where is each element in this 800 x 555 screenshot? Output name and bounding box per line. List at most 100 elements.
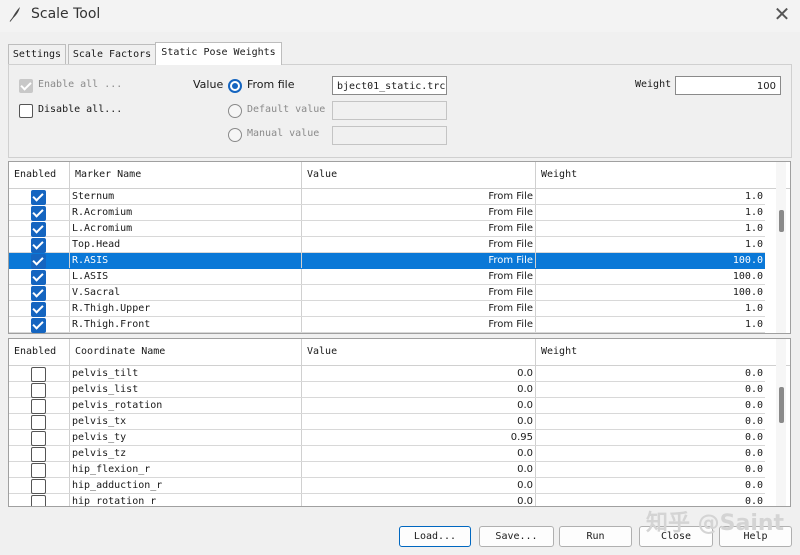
marker-row[interactable]: R.Acromium From File 1.0 xyxy=(9,205,765,221)
coordinate-enabled-checkbox[interactable] xyxy=(31,415,46,430)
marker-scrollbar-thumb[interactable] xyxy=(779,210,784,232)
marker-weight-cell[interactable]: 1.0 xyxy=(535,221,765,236)
marker-row[interactable]: R.Thigh.Upper From File 1.0 xyxy=(9,301,765,317)
marker-enabled-checkbox[interactable] xyxy=(31,238,46,253)
coordinate-value-cell[interactable]: 0.0 xyxy=(301,462,535,477)
coordinate-weight-cell[interactable]: 0.0 xyxy=(535,382,765,397)
coordinate-weight-cell[interactable]: 0.0 xyxy=(535,478,765,493)
coordinate-row[interactable]: pelvis_tx 0.0 0.0 xyxy=(9,414,765,430)
coordinate-weight-cell[interactable]: 0.0 xyxy=(535,446,765,461)
marker-enabled-checkbox[interactable] xyxy=(31,286,46,301)
coordinate-scrollbar-thumb[interactable] xyxy=(779,387,784,423)
marker-value-cell[interactable]: From File xyxy=(301,189,535,204)
coordinate-value-cell[interactable]: 0.0 xyxy=(301,382,535,397)
marker-name-cell[interactable]: R.Thigh.Front xyxy=(69,317,301,332)
marker-name-cell[interactable]: L.ASIS xyxy=(69,269,301,284)
header-weight[interactable]: Weight xyxy=(535,339,765,365)
header-value[interactable]: Value xyxy=(301,162,535,188)
marker-weight-cell[interactable]: 100.0 xyxy=(535,285,765,300)
default-value-radio[interactable] xyxy=(228,104,242,118)
marker-scrollbar[interactable] xyxy=(776,162,786,333)
coordinate-row[interactable]: hip_flexion_r 0.0 0.0 xyxy=(9,462,765,478)
header-enabled[interactable]: Enabled xyxy=(9,339,69,365)
coordinate-value-cell[interactable]: 0.0 xyxy=(301,478,535,493)
coordinate-enabled-checkbox[interactable] xyxy=(31,431,46,446)
marker-weight-cell[interactable]: 1.0 xyxy=(535,189,765,204)
marker-enabled-checkbox[interactable] xyxy=(31,270,46,285)
coordinate-row[interactable]: pelvis_list 0.0 0.0 xyxy=(9,382,765,398)
coordinate-name-cell[interactable]: pelvis_list xyxy=(69,382,301,397)
tab-static-pose-weights[interactable]: Static Pose Weights xyxy=(155,42,282,65)
save-button[interactable]: Save... xyxy=(479,526,554,547)
marker-value-cell[interactable]: From File xyxy=(301,205,535,220)
coordinate-row[interactable]: hip_adduction_r 0.0 0.0 xyxy=(9,478,765,494)
marker-weight-cell[interactable]: 1.0 xyxy=(535,237,765,252)
coordinate-name-cell[interactable]: hip_flexion_r xyxy=(69,462,301,477)
coordinate-name-cell[interactable]: pelvis_tx xyxy=(69,414,301,429)
coordinate-value-cell[interactable]: 0.0 xyxy=(301,414,535,429)
coordinate-enabled-checkbox[interactable] xyxy=(31,495,46,506)
coordinate-weight-cell[interactable]: 0.0 xyxy=(535,414,765,429)
marker-name-cell[interactable]: V.Sacral xyxy=(69,285,301,300)
coordinate-table[interactable]: Enabled Coordinate Name Value Weight pel… xyxy=(8,338,791,507)
coordinate-enabled-checkbox[interactable] xyxy=(31,479,46,494)
coordinate-enabled-checkbox[interactable] xyxy=(31,463,46,478)
marker-value-cell[interactable]: From File xyxy=(301,237,535,252)
marker-name-cell[interactable]: Sternum xyxy=(69,189,301,204)
coordinate-value-cell[interactable]: 0.0 xyxy=(301,446,535,461)
coordinate-row[interactable]: pelvis_tilt 0.0 0.0 xyxy=(9,366,765,382)
marker-name-cell[interactable]: L.Acromium xyxy=(69,221,301,236)
coordinate-row[interactable]: pelvis_ty 0.95 0.0 xyxy=(9,430,765,446)
marker-value-cell[interactable]: From File xyxy=(301,301,535,316)
marker-name-cell[interactable]: Top.Head xyxy=(69,237,301,252)
marker-name-cell[interactable]: R.Acromium xyxy=(69,205,301,220)
run-button[interactable]: Run xyxy=(559,526,632,547)
coordinate-value-cell[interactable]: 0.95 xyxy=(301,430,535,445)
tab-scale-factors[interactable]: Scale Factors xyxy=(68,44,156,64)
marker-row[interactable]: Top.Head From File 1.0 xyxy=(9,237,765,253)
marker-enabled-checkbox[interactable] xyxy=(31,318,46,333)
header-coordinate-name[interactable]: Coordinate Name xyxy=(69,339,301,365)
marker-value-cell[interactable]: From File xyxy=(301,221,535,236)
marker-enabled-checkbox[interactable] xyxy=(31,254,46,269)
marker-row[interactable]: L.ASIS From File 100.0 xyxy=(9,269,765,285)
header-marker-name[interactable]: Marker Name xyxy=(69,162,301,188)
enable-all-checkbox[interactable] xyxy=(19,79,33,93)
marker-value-cell[interactable]: From File xyxy=(301,317,535,332)
marker-row[interactable]: V.Sacral From File 100.0 xyxy=(9,285,765,301)
marker-row[interactable]: R.Thigh.Front From File 1.0 xyxy=(9,317,765,333)
coordinate-enabled-checkbox[interactable] xyxy=(31,383,46,398)
marker-weight-cell[interactable]: 1.0 xyxy=(535,317,765,332)
coordinate-weight-cell[interactable]: 0.0 xyxy=(535,398,765,413)
manual-value-radio[interactable] xyxy=(228,128,242,142)
marker-value-cell[interactable]: From File xyxy=(301,285,535,300)
marker-enabled-checkbox[interactable] xyxy=(31,206,46,221)
coordinate-weight-cell[interactable]: 0.0 xyxy=(535,366,765,381)
coordinate-value-cell[interactable]: 0.0 xyxy=(301,366,535,381)
marker-value-cell[interactable]: From File xyxy=(301,269,535,284)
coordinate-enabled-checkbox[interactable] xyxy=(31,367,46,382)
coordinate-value-cell[interactable]: 0.0 xyxy=(301,398,535,413)
from-file-radio[interactable] xyxy=(228,79,242,93)
marker-value-cell[interactable]: From File xyxy=(301,253,535,268)
marker-enabled-checkbox[interactable] xyxy=(31,222,46,237)
coordinate-row[interactable]: pelvis_rotation 0.0 0.0 xyxy=(9,398,765,414)
coordinate-name-cell[interactable]: pelvis_tilt xyxy=(69,366,301,381)
load-button[interactable]: Load... xyxy=(399,526,471,547)
coordinate-enabled-checkbox[interactable] xyxy=(31,399,46,414)
marker-name-cell[interactable]: R.ASIS xyxy=(69,253,301,268)
weight-field[interactable]: 100 xyxy=(675,76,781,95)
marker-enabled-checkbox[interactable] xyxy=(31,302,46,317)
coordinate-name-cell[interactable]: pelvis_ty xyxy=(69,430,301,445)
coordinate-value-cell[interactable]: 0.0 xyxy=(301,494,535,506)
header-value[interactable]: Value xyxy=(301,339,535,365)
marker-row[interactable]: L.Acromium From File 1.0 xyxy=(9,221,765,237)
marker-table[interactable]: Enabled Marker Name Value Weight Sternum… xyxy=(8,161,791,334)
coordinate-weight-cell[interactable]: 0.0 xyxy=(535,430,765,445)
marker-name-cell[interactable]: R.Thigh.Upper xyxy=(69,301,301,316)
coordinate-enabled-checkbox[interactable] xyxy=(31,447,46,462)
coordinate-scrollbar[interactable] xyxy=(776,339,786,506)
tab-settings[interactable]: Settings xyxy=(8,44,66,64)
header-weight[interactable]: Weight xyxy=(535,162,765,188)
marker-weight-cell[interactable]: 100.0 xyxy=(535,269,765,284)
